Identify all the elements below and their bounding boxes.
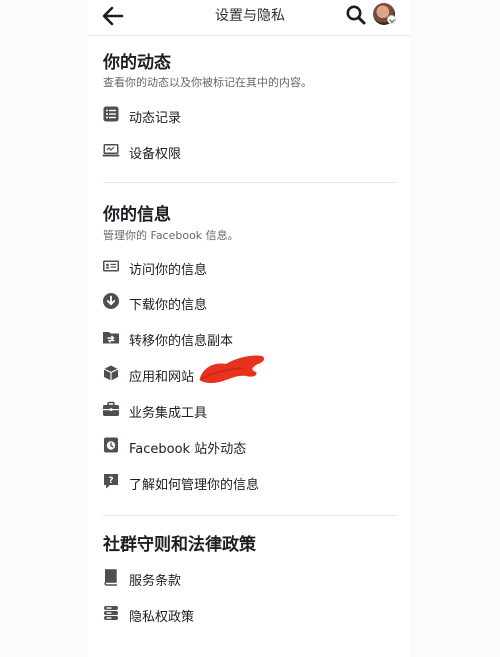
help-chat-icon: ? xyxy=(102,472,120,490)
right-margin xyxy=(410,0,500,657)
menu-item-label: 转移你的信息副本 xyxy=(129,334,234,349)
section-divider xyxy=(103,182,397,183)
download-icon xyxy=(102,292,120,310)
menu-item-business-integrations[interactable]: 业务集成工具 xyxy=(100,395,400,425)
menu-item-activity-log[interactable]: 动态记录 xyxy=(100,100,400,130)
section-title-community-standards: 社群守则和法律政策 xyxy=(103,535,256,555)
menu-item-off-facebook-activity[interactable]: Facebook 站外动态 xyxy=(100,431,400,461)
section-title-your-activity: 你的动态 xyxy=(103,53,171,73)
section-title-your-information: 你的信息 xyxy=(103,205,171,225)
left-margin xyxy=(0,0,88,657)
section-description-your-information: 管理你的 Facebook 信息。 xyxy=(103,229,239,242)
menu-item-label: 动态记录 xyxy=(129,111,182,126)
privacy-policy-icon xyxy=(102,604,120,622)
id-card-icon xyxy=(102,257,120,275)
menu-item-label: 业务集成工具 xyxy=(129,406,208,421)
book-icon xyxy=(102,568,120,586)
menu-item-label: 访问你的信息 xyxy=(129,263,208,278)
menu-item-label: 应用和网站 xyxy=(129,370,195,385)
menu-item-label: 下载你的信息 xyxy=(129,298,208,313)
device-permissions-icon xyxy=(102,141,120,159)
section-description-your-activity: 查看你的动态以及你被标记在其中的内容。 xyxy=(103,76,312,89)
menu-item-device-permissions[interactable]: 设备权限 xyxy=(100,136,400,166)
folder-transfer-icon xyxy=(102,328,120,346)
briefcase-icon xyxy=(102,400,120,418)
menu-item-label: 服务条款 xyxy=(129,574,182,589)
red-scribble-annotation xyxy=(199,355,265,384)
menu-item-access-your-information[interactable]: 访问你的信息 xyxy=(100,252,400,282)
list-icon xyxy=(102,105,120,123)
menu-item-label: 了解如何管理你的信息 xyxy=(129,478,260,493)
page-title: 设置与隐私 xyxy=(215,8,285,24)
menu-item-download-your-information[interactable]: 下载你的信息 xyxy=(100,287,400,317)
menu-item-terms-of-service[interactable]: 服务条款 xyxy=(100,563,400,593)
menu-item-label: 设备权限 xyxy=(129,147,182,162)
menu-item-privacy-policy[interactable]: 隐私权政策 xyxy=(100,599,400,629)
activity-history-icon xyxy=(102,436,120,454)
search-icon[interactable] xyxy=(345,4,367,26)
menu-item-label: 隐私权政策 xyxy=(129,610,195,625)
svg-text:?: ? xyxy=(108,476,113,486)
menu-item-label: Facebook 站外动态 xyxy=(129,442,247,457)
section-divider xyxy=(103,515,397,516)
cube-icon xyxy=(102,364,120,382)
top-bar: 设置与隐私 xyxy=(0,0,500,34)
menu-item-learn-manage-information[interactable]: ? 了解如何管理你的信息 xyxy=(100,467,400,497)
header-divider xyxy=(88,35,410,36)
account-menu-chevron-icon[interactable] xyxy=(387,15,396,24)
